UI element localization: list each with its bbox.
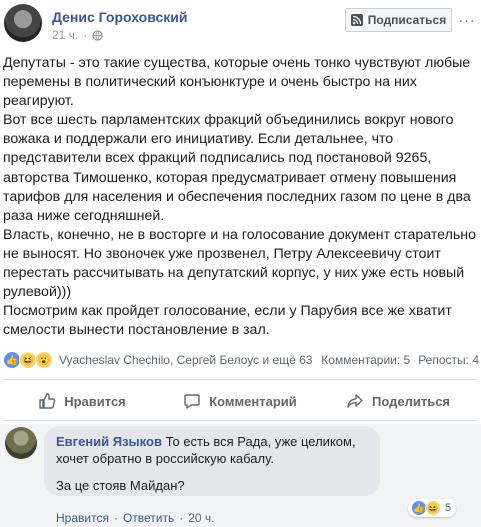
comment-icon xyxy=(184,394,200,409)
comments-count[interactable]: Комментарии: 5 xyxy=(321,353,410,367)
comment-footer: Нравится · Ответить · 20 ч. xyxy=(56,511,215,525)
separator-dot: · xyxy=(179,511,184,525)
comment-reaction-count: 5 xyxy=(445,502,452,514)
rss-icon xyxy=(350,14,363,26)
comment-reply-link[interactable]: Ответить xyxy=(123,511,174,525)
post-paragraph: Посмотрим как пройдет голосование, если … xyxy=(3,303,452,339)
comment-author[interactable]: Евгений Языков xyxy=(56,434,162,449)
author-name[interactable]: Денис Гороховский xyxy=(52,9,187,25)
comment-reactions[interactable]: 👍 😆 5 xyxy=(408,499,457,517)
post-paragraph: Вот все шесть парламентских фракций объе… xyxy=(3,112,471,224)
comment-text-line2: За це стояв Майдан? xyxy=(56,478,185,493)
post-body: Депутаты - это такие существа, которые о… xyxy=(3,54,477,340)
divider xyxy=(3,379,477,380)
separator-dot: · xyxy=(113,511,118,525)
commenter-avatar[interactable] xyxy=(5,427,37,459)
post-time[interactable]: 21 ч. xyxy=(52,28,78,42)
comment-like-link[interactable]: Нравится xyxy=(56,511,109,525)
post-meta: 21 ч. · xyxy=(52,28,103,42)
subscribe-button[interactable]: Подписаться xyxy=(345,8,452,32)
post-stats: Комментарии: 5 Репосты: 4 xyxy=(321,353,479,367)
reactions-bar: 👍 😆 😮 Vyacheslav Chechilo, Сергей Белоус… xyxy=(3,351,479,369)
post-header: Денис Гороховский 21 ч. · Подписаться ··… xyxy=(0,0,481,50)
like-icon xyxy=(39,393,56,409)
post-actions: Нравится Комментарий Поделиться xyxy=(3,384,477,418)
haha-reaction-icon: 😆 xyxy=(425,500,441,516)
share-label: Поделиться xyxy=(371,393,451,409)
comment-bubble: Евгений Языков То есть вся Рада, уже цел… xyxy=(44,426,380,496)
shares-count[interactable]: Репосты: 4 xyxy=(418,353,479,367)
reactors-list[interactable]: Vyacheslav Chechilo, Сергей Белоус и ещё… xyxy=(59,353,312,367)
like-label: Нравится xyxy=(64,393,126,409)
post-paragraph: Власть, конечно, не в восторге и на голо… xyxy=(3,226,476,301)
more-options-button[interactable]: ··· xyxy=(457,10,477,30)
comment-button[interactable]: Комментарий xyxy=(161,384,319,418)
separator-dot: · xyxy=(83,28,88,42)
like-button[interactable]: Нравится xyxy=(3,384,161,418)
comment-label: Комментарий xyxy=(209,393,297,409)
share-button[interactable]: Поделиться xyxy=(319,384,477,418)
divider xyxy=(3,420,477,421)
subscribe-label: Подписаться xyxy=(367,13,447,27)
globe-icon xyxy=(92,29,103,41)
post-paragraph: Депутаты - это такие существа, которые о… xyxy=(3,55,471,110)
share-icon xyxy=(347,394,363,408)
comments-section: Евгений Языков То есть вся Рада, уже цел… xyxy=(0,424,481,527)
author-avatar[interactable] xyxy=(4,4,42,42)
wow-reaction-icon[interactable]: 😮 xyxy=(35,351,53,369)
comment-time[interactable]: 20 ч. xyxy=(188,511,214,525)
